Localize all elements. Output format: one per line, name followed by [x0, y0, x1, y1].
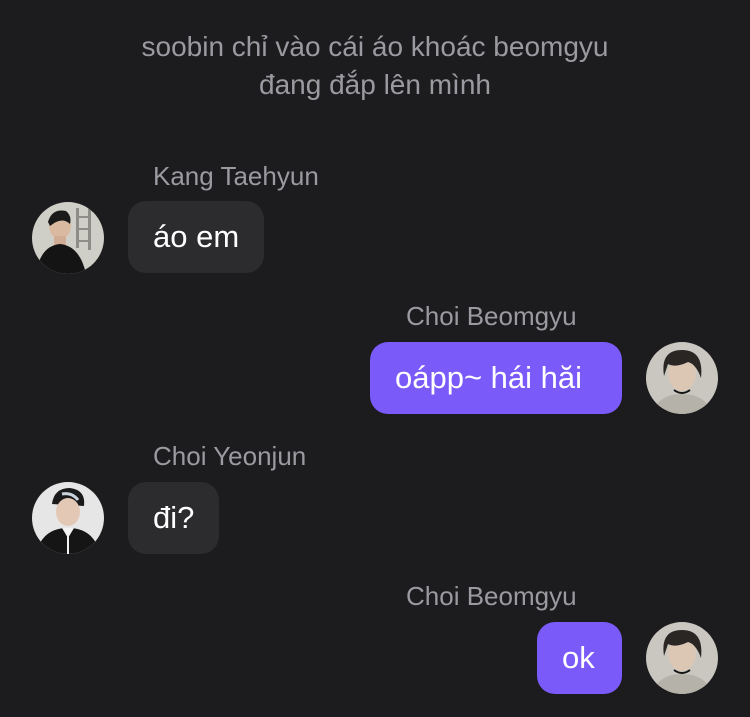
- sender-name: Choi Yeonjun: [153, 441, 307, 471]
- system-note-line-1: soobin chỉ vào cái áo khoác beomgyu: [141, 31, 609, 62]
- system-note-line-2: đang đắp lên mình: [259, 69, 491, 100]
- message-bubble[interactable]: đi?: [128, 482, 220, 554]
- system-note: soobin chỉ vào cái áo khoác beomgyu đang…: [0, 28, 750, 104]
- sender-name: Kang Taehyun: [153, 161, 319, 191]
- avatar-kang-taehyun[interactable]: [32, 202, 104, 274]
- message-bubble[interactable]: áo em: [128, 201, 265, 273]
- sender-name: Choi Beomgyu: [406, 301, 577, 331]
- avatar-choi-beomgyu[interactable]: [646, 342, 718, 414]
- sender-name: Choi Beomgyu: [406, 581, 577, 611]
- avatar-choi-yeonjun[interactable]: [32, 482, 104, 554]
- message-bubble[interactable]: oápp~ hái hăi: [370, 342, 622, 414]
- avatar-choi-beomgyu[interactable]: [646, 622, 718, 694]
- message-bubble[interactable]: ok: [537, 622, 622, 694]
